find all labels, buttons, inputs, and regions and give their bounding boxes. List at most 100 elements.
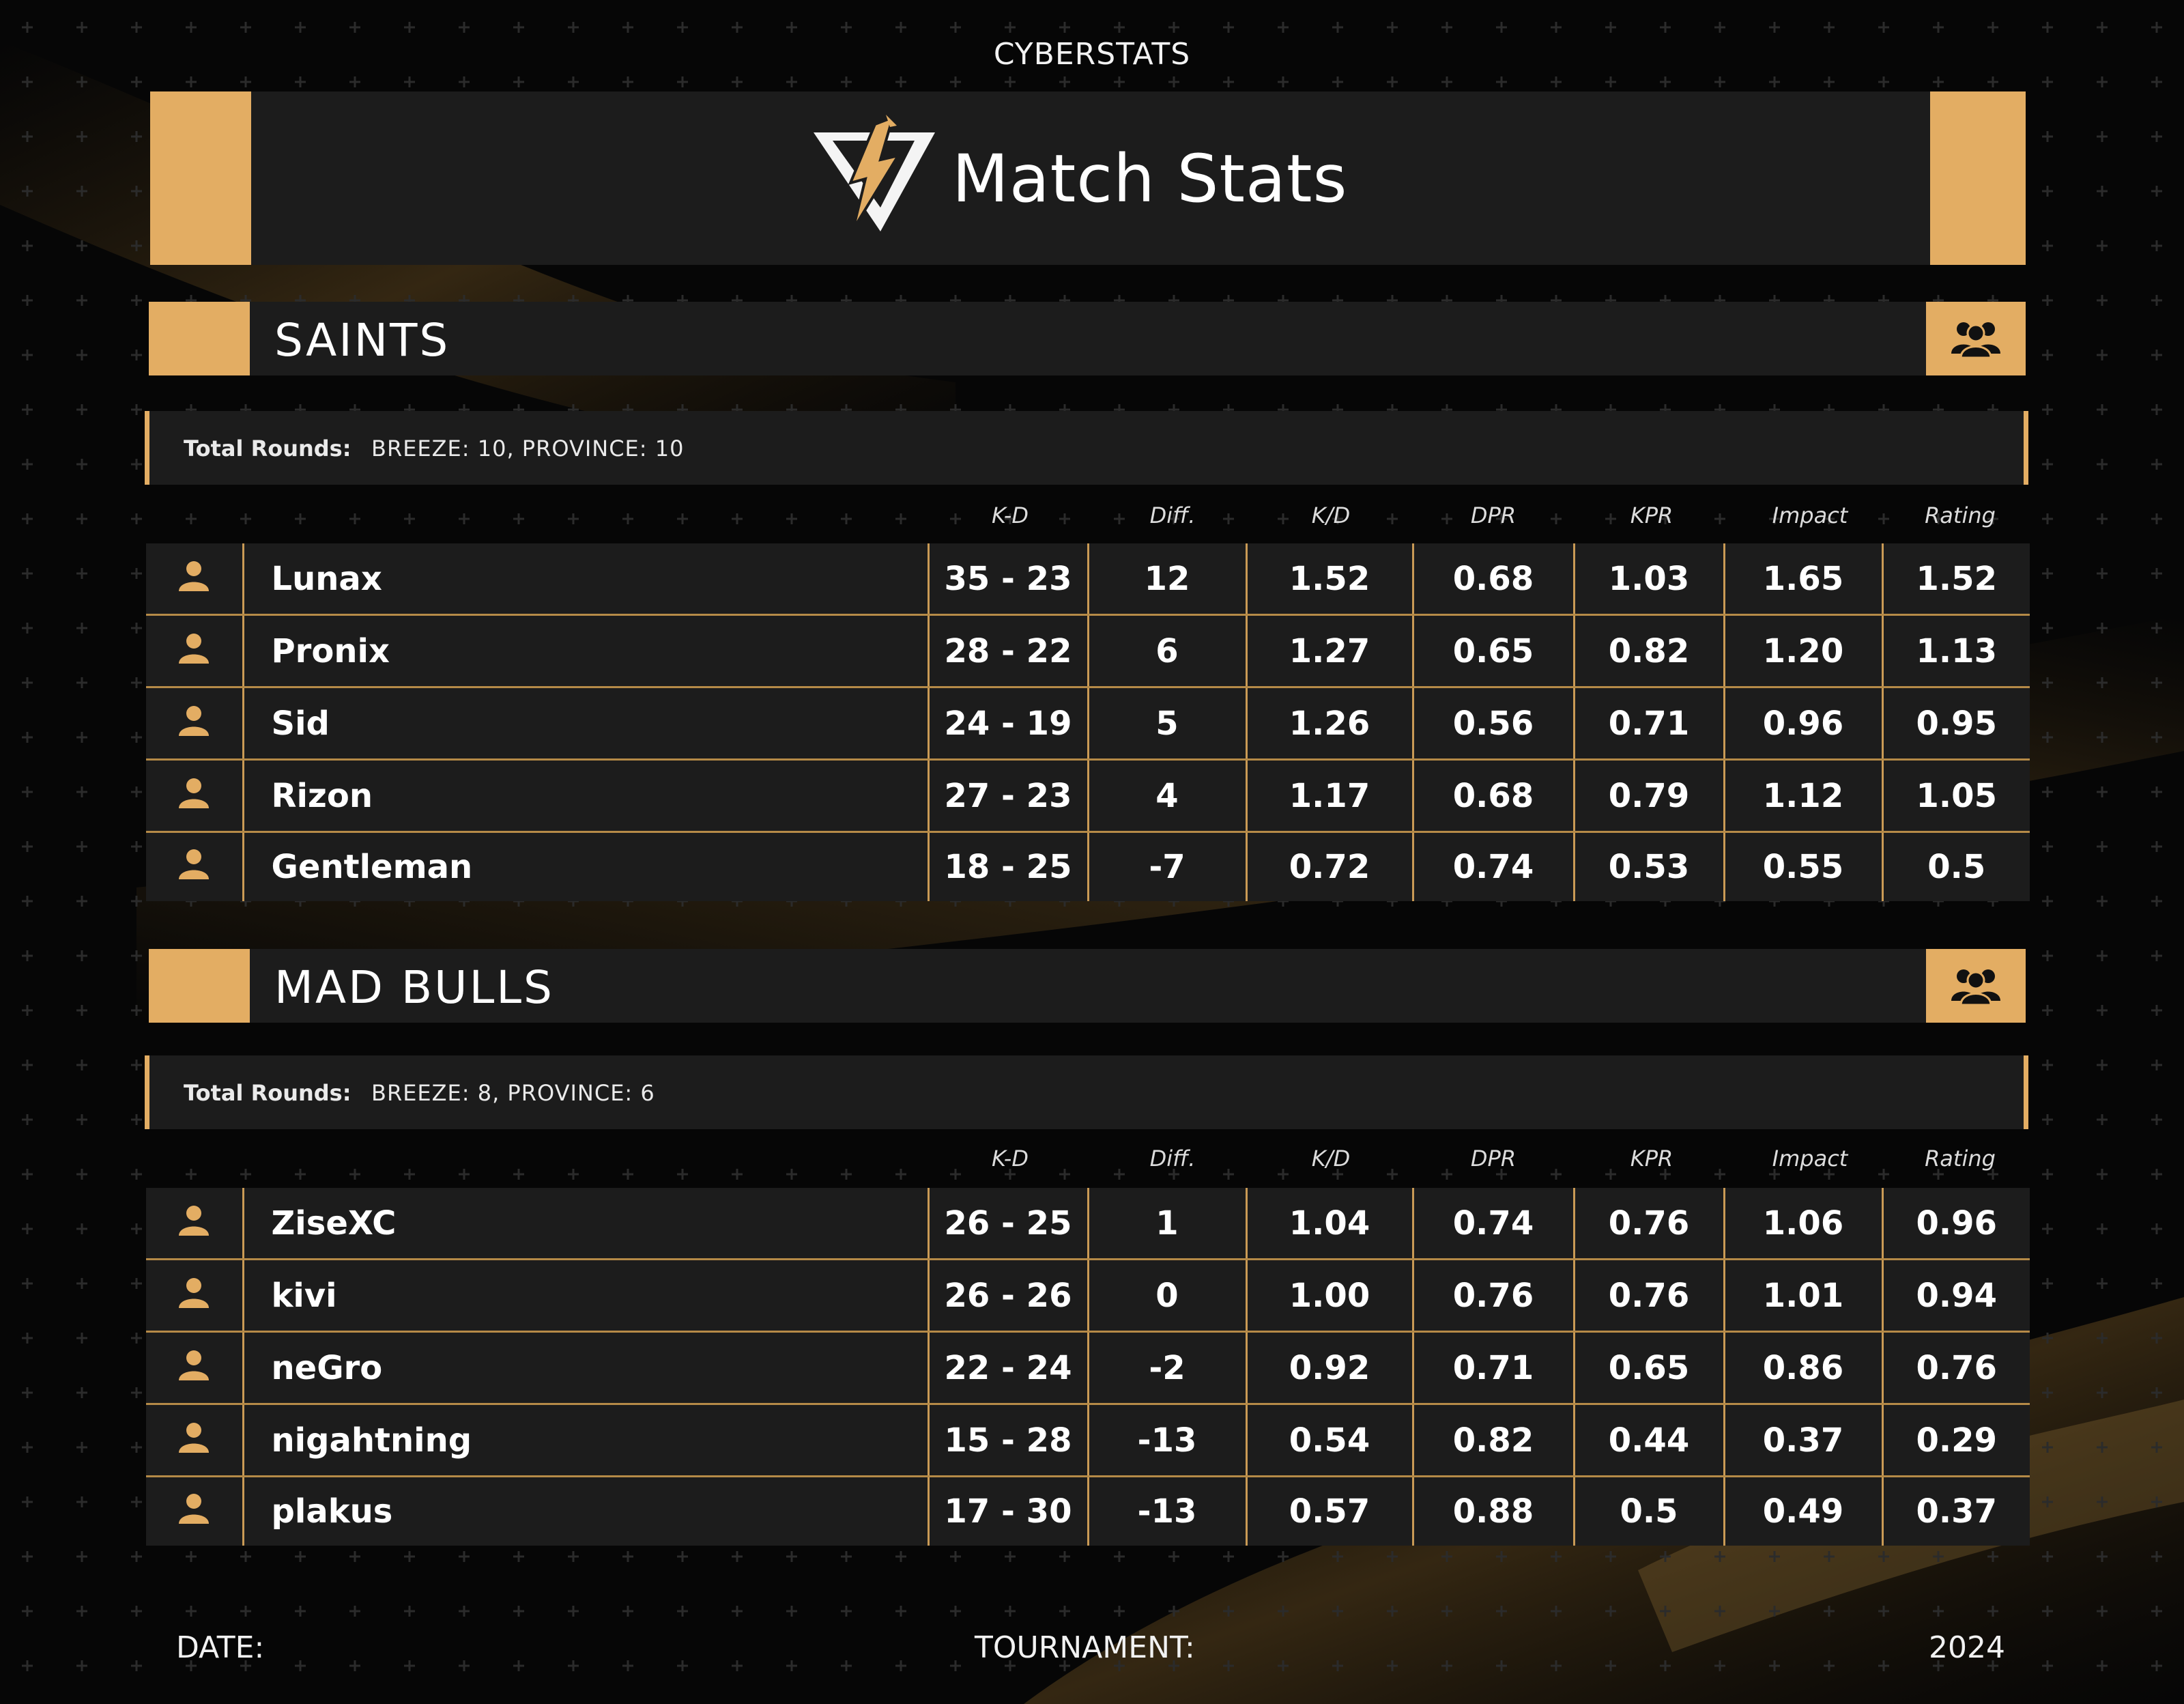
player-name: ZiseXC [243, 1188, 930, 1260]
player-avatar-icon [179, 1494, 210, 1524]
player-avatar-cell [146, 1188, 244, 1260]
page-title: Match Stats [952, 141, 1348, 217]
player-row: neGro 22 - 24 -2 0.92 0.71 0.65 0.86 0.76 [146, 1331, 2030, 1405]
stat-diff: 4 [1088, 759, 1248, 833]
team-icon-box [1926, 949, 2026, 1023]
team-accent [149, 302, 250, 375]
stat-kdr: 1.04 [1246, 1188, 1414, 1260]
col-rating: Rating [1925, 502, 1996, 528]
team-header-mad-bulls: MAD BULLS [149, 949, 2026, 1023]
col-impact: Impact [1772, 1146, 1848, 1172]
team-header-saints: SAINTS [149, 302, 2026, 375]
banner-accent-right [1930, 91, 2026, 265]
stat-kdr: 1.52 [1246, 543, 1414, 616]
player-avatar-cell [146, 687, 244, 761]
col-impact: Impact [1772, 502, 1848, 528]
stats-table-saints: Lunax 35 - 23 12 1.52 0.68 1.03 1.65 1.52 Pronix… [146, 543, 2030, 901]
col-kd: K-D [992, 1146, 1029, 1172]
player-row: Gentleman 18 - 25 -7 0.72 0.74 0.53 0.55 0.5 [146, 832, 2030, 901]
stat-diff: -13 [1088, 1476, 1248, 1546]
player-row: Sid 24 - 19 5 1.26 0.56 0.71 0.96 0.95 [146, 687, 2030, 761]
stat-kdr: 1.17 [1246, 759, 1414, 833]
player-avatar-icon [179, 849, 210, 879]
banner-accent-left [150, 91, 251, 265]
player-row: kivi 26 - 26 0 1.00 0.76 0.76 1.01 0.94 [146, 1259, 2030, 1333]
stat-dpr: 0.88 [1413, 1476, 1575, 1546]
rounds-value: BREEZE: 10, PROVINCE: 10 [371, 436, 685, 462]
rounds-label: Total Rounds: [184, 1080, 351, 1106]
stat-diff: 0 [1088, 1259, 1248, 1333]
stat-dpr: 0.74 [1413, 832, 1575, 901]
stat-dpr: 0.65 [1413, 614, 1575, 688]
team-name: MAD BULLS [274, 961, 554, 1014]
player-name: kivi [243, 1259, 930, 1333]
col-kd: K-D [992, 502, 1029, 528]
player-avatar-icon [179, 778, 210, 808]
stat-kd: 27 - 23 [928, 759, 1089, 833]
player-name: Gentleman [243, 832, 930, 901]
stat-rating: 0.76 [1882, 1331, 2030, 1405]
stat-rating: 0.37 [1882, 1476, 2030, 1546]
col-dpr: DPR [1470, 1146, 1517, 1172]
col-rating: Rating [1925, 1146, 1996, 1172]
stat-diff: 5 [1088, 687, 1248, 761]
stat-kpr: 0.53 [1574, 832, 1725, 901]
stat-kd: 35 - 23 [928, 543, 1089, 616]
stat-impact: 0.96 [1724, 687, 1884, 761]
stat-impact: 1.01 [1724, 1259, 1884, 1333]
brand-name: CYBERSTATS [993, 37, 1191, 72]
stat-kpr: 0.65 [1574, 1331, 1725, 1405]
col-kpr: KPR [1630, 1146, 1673, 1172]
player-avatar-icon [179, 705, 210, 736]
stat-impact: 0.86 [1724, 1331, 1884, 1405]
stat-kd: 17 - 30 [928, 1476, 1089, 1546]
stat-kpr: 0.82 [1574, 614, 1725, 688]
stat-dpr: 0.76 [1413, 1259, 1575, 1333]
stat-dpr: 0.56 [1413, 687, 1575, 761]
player-avatar-cell [146, 759, 244, 833]
stat-rating: 0.29 [1882, 1404, 2030, 1477]
stat-kpr: 0.5 [1574, 1476, 1725, 1546]
stat-diff: 1 [1088, 1188, 1248, 1260]
player-avatar-icon [179, 633, 210, 664]
stat-impact: 1.06 [1724, 1188, 1884, 1260]
stat-dpr: 0.68 [1413, 759, 1575, 833]
stat-kpr: 0.76 [1574, 1259, 1725, 1333]
stat-rating: 0.5 [1882, 832, 2030, 901]
team-accent [149, 949, 250, 1023]
player-avatar-icon [179, 1277, 210, 1308]
team-icon [1951, 969, 2000, 1006]
stat-rating: 1.13 [1882, 614, 2030, 688]
column-headers-saints: K-D Diff. K/D DPR KPR Impact Rating [0, 502, 2184, 530]
stat-kdr: 1.26 [1246, 687, 1414, 761]
player-avatar-cell [146, 832, 244, 901]
stat-kpr: 1.03 [1574, 543, 1725, 616]
stat-kdr: 1.00 [1246, 1259, 1414, 1333]
player-avatar-icon [179, 1422, 210, 1453]
col-kdr: K/D [1311, 502, 1351, 528]
stat-kpr: 0.79 [1574, 759, 1725, 833]
stat-impact: 0.55 [1724, 832, 1884, 901]
stat-kdr: 1.27 [1246, 614, 1414, 688]
player-row: Lunax 35 - 23 12 1.52 0.68 1.03 1.65 1.52 [146, 543, 2030, 616]
stat-dpr: 0.74 [1413, 1188, 1575, 1260]
stat-rating: 1.52 [1882, 543, 2030, 616]
player-avatar-icon [179, 560, 210, 591]
rounds-value: BREEZE: 8, PROVINCE: 6 [371, 1080, 655, 1106]
player-avatar-cell [146, 1331, 244, 1405]
stat-rating: 0.95 [1882, 687, 2030, 761]
stat-impact: 0.37 [1724, 1404, 1884, 1477]
team-name: SAINTS [274, 314, 450, 367]
stat-kpr: 0.71 [1574, 687, 1725, 761]
stat-rating: 0.94 [1882, 1259, 2030, 1333]
stat-kd: 15 - 28 [928, 1404, 1089, 1477]
player-name: Pronix [243, 614, 930, 688]
player-row: Rizon 27 - 23 4 1.17 0.68 0.79 1.12 1.05 [146, 759, 2030, 833]
stat-diff: -7 [1088, 832, 1248, 901]
player-avatar-icon [179, 1350, 210, 1380]
player-avatar-cell [146, 614, 244, 688]
stat-diff: 12 [1088, 543, 1248, 616]
stat-kpr: 0.44 [1574, 1404, 1725, 1477]
player-name: Lunax [243, 543, 930, 616]
stat-kd: 26 - 25 [928, 1188, 1089, 1260]
